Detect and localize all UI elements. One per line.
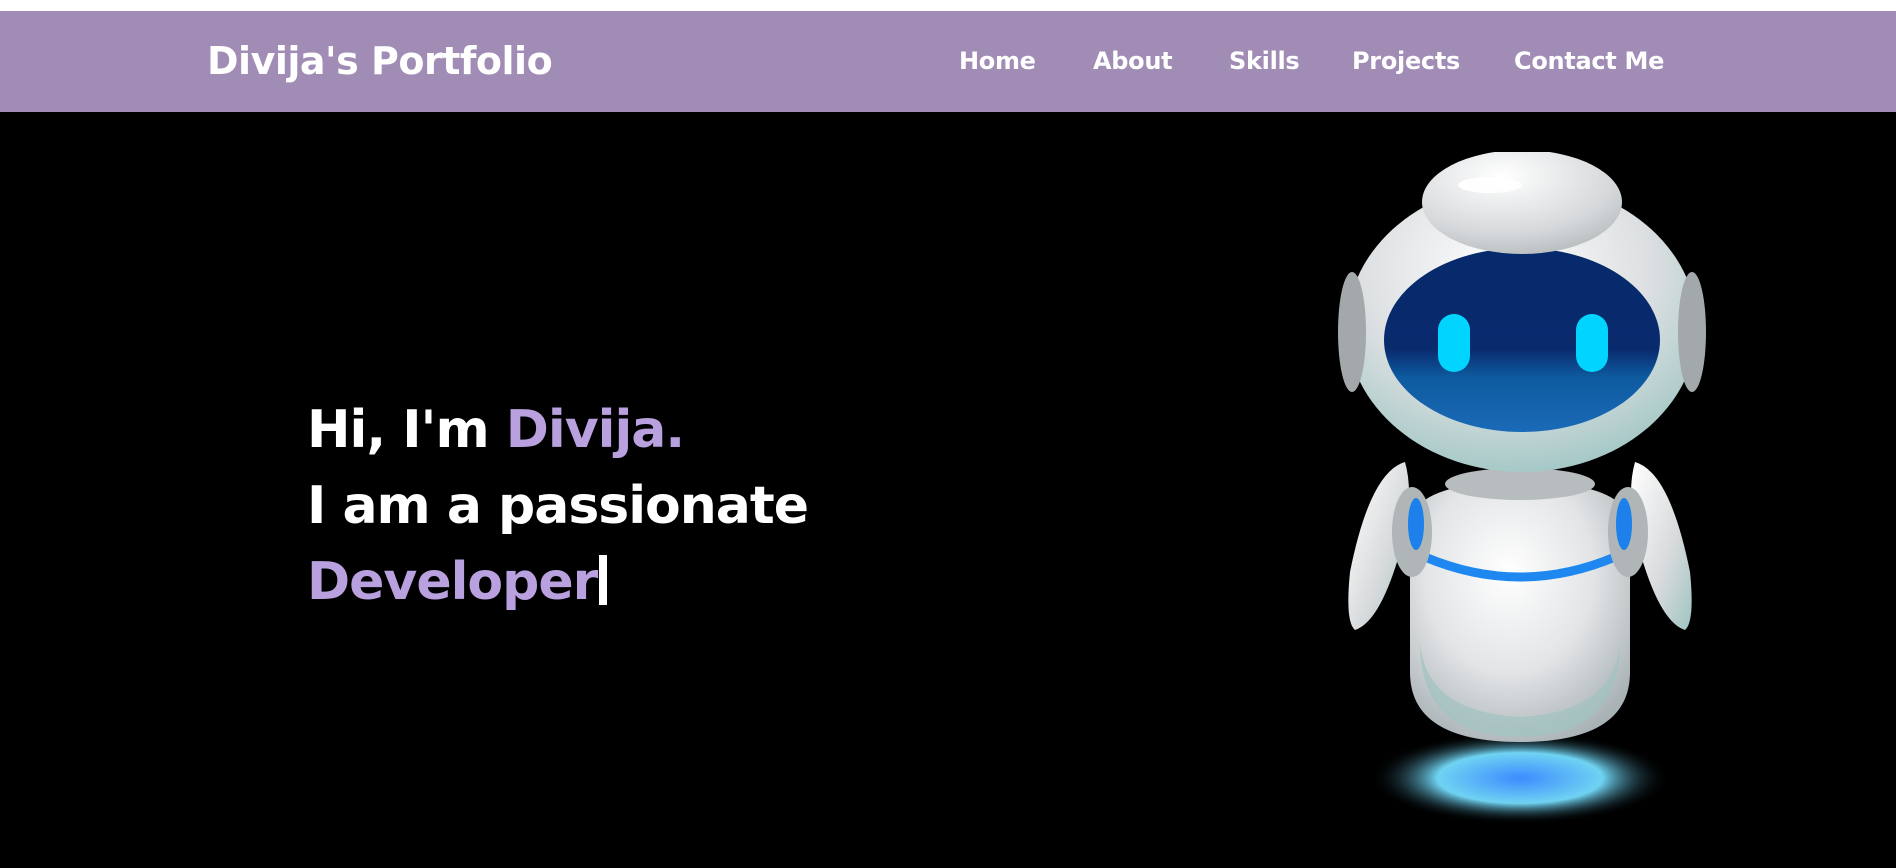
hero-line-1: Hi, I'm Divija. (307, 392, 808, 468)
hero-section: Hi, I'm Divija. I am a passionate Develo… (0, 112, 1896, 868)
typed-role: Developer (307, 552, 598, 612)
robot-right-ear (1678, 272, 1706, 392)
robot-illustration (1338, 152, 1706, 824)
nav-item-contact[interactable]: Contact Me (1514, 47, 1664, 75)
hero-heading: Hi, I'm Divija. I am a passionate Develo… (307, 392, 809, 620)
hero-line-3: Developer (307, 544, 808, 620)
robot-visor (1384, 248, 1660, 432)
nav-item-projects[interactable]: Projects (1352, 47, 1460, 75)
robot-left-ear (1338, 272, 1366, 392)
robot-shadow-glow (1370, 732, 1670, 824)
hero-line-2: I am a passionate (307, 476, 809, 536)
navbar: Divija's Portfolio Home About Skills Pro… (0, 11, 1896, 112)
window-top-strip (0, 0, 1896, 11)
greeting-prefix: Hi, I'm (307, 400, 506, 460)
typing-cursor (599, 555, 608, 605)
robot-right-eye (1576, 314, 1608, 372)
nav-item-skills[interactable]: Skills (1229, 47, 1300, 75)
nav-item-home[interactable]: Home (959, 47, 1036, 75)
robot-head-cap (1422, 152, 1622, 254)
hero-name: Divija. (505, 400, 685, 460)
robot-left-eye (1438, 314, 1470, 372)
nav-links: Home About Skills Projects Contact Me (0, 47, 1896, 87)
nav-item-about[interactable]: About (1093, 47, 1173, 75)
